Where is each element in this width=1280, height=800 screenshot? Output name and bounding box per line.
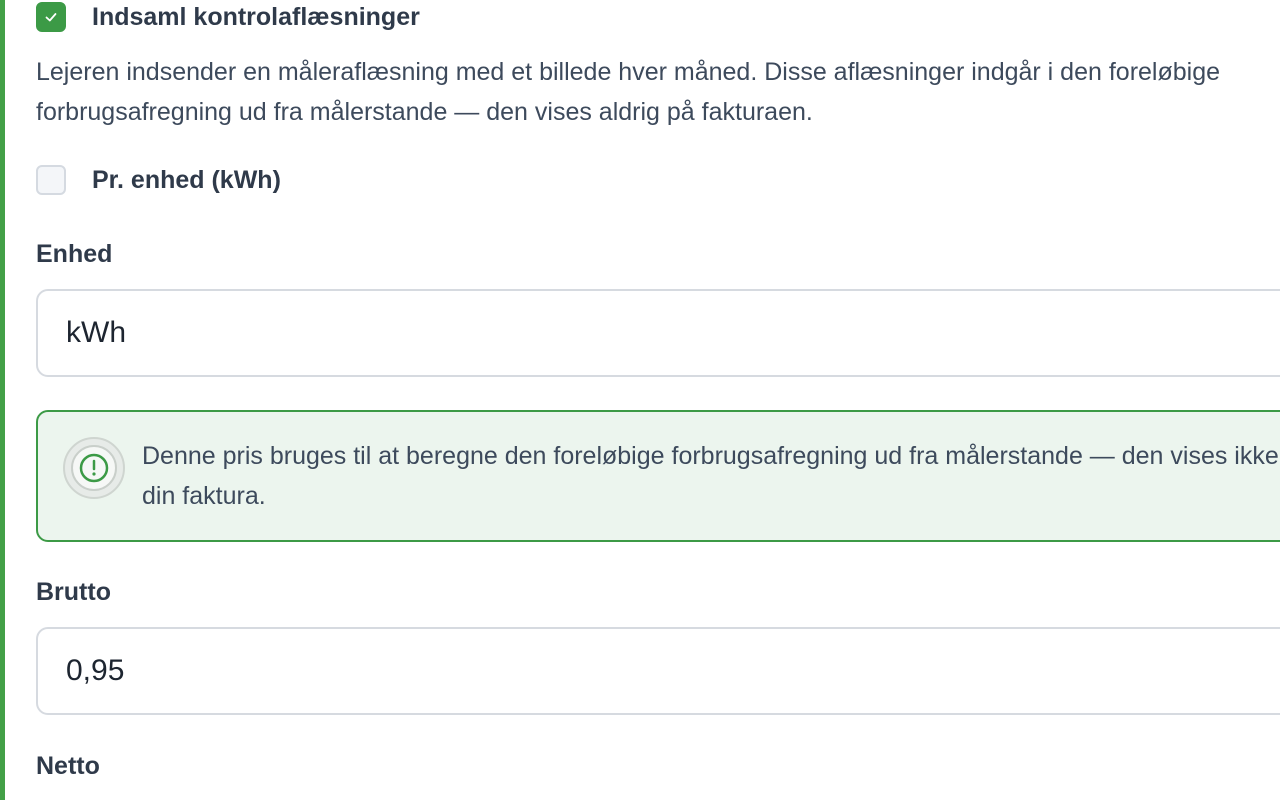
left-accent-bar <box>0 0 5 800</box>
unit-field-label: Enhed <box>36 240 113 268</box>
net-field-label: Netto <box>36 752 100 780</box>
per-unit-checkbox[interactable] <box>36 165 66 195</box>
info-icon <box>63 437 125 499</box>
info-notice-text: Denne pris bruges til at beregne den for… <box>142 442 1280 510</box>
control-readings-label: Indsaml kontrolaflæsninger <box>92 2 420 31</box>
control-readings-option[interactable]: Indsaml kontrolaflæsninger <box>36 2 420 32</box>
unit-input[interactable]: kWh <box>36 289 1280 377</box>
gross-field-label: Brutto <box>36 578 111 606</box>
control-readings-checkbox[interactable] <box>36 2 66 32</box>
checkmark-icon <box>45 13 57 22</box>
control-readings-description: Lejeren indsender en måleraflæsning med … <box>36 58 1221 126</box>
per-unit-option[interactable]: Pr. enhed (kWh) <box>36 165 281 195</box>
info-notice: Denne pris bruges til at beregne den for… <box>36 410 1280 542</box>
gross-input[interactable]: 0,95 <box>36 627 1280 715</box>
per-unit-label: Pr. enhed (kWh) <box>92 165 281 194</box>
settings-page: Indsaml kontrolaflæsninger Lejeren indse… <box>0 0 1280 800</box>
